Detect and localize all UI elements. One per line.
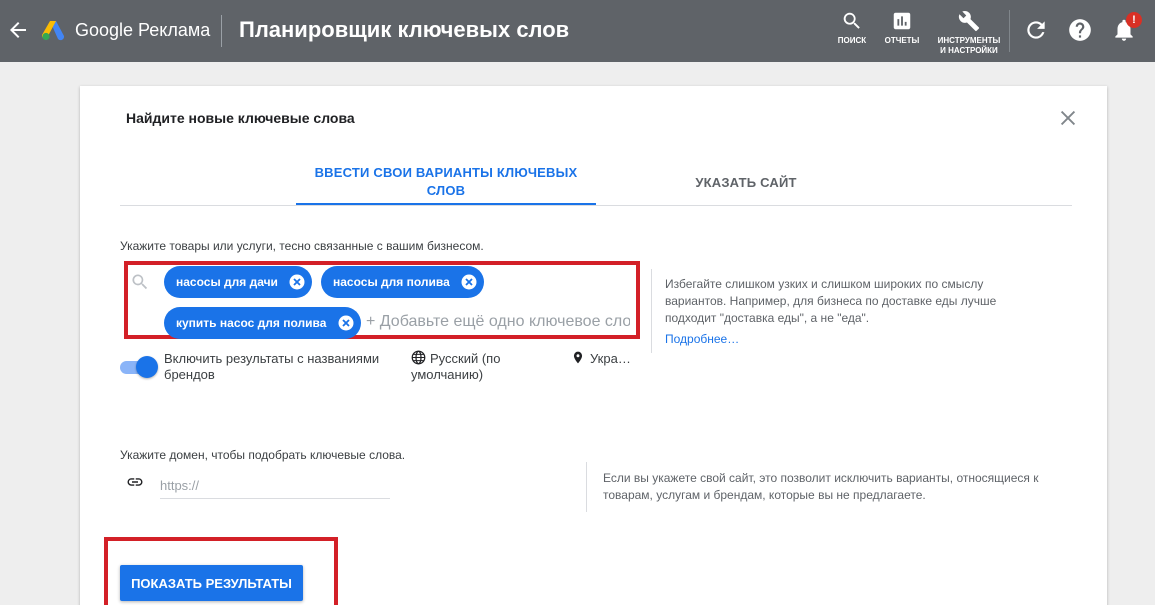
card-title: Найдите новые ключевые слова	[126, 110, 355, 126]
keywords-prompt: Укажите товары или услуги, тесно связанн…	[120, 239, 484, 253]
location-selector[interactable]: Укра…	[590, 351, 632, 366]
page-title: Планировщик ключевых слов	[239, 17, 570, 42]
help-icon[interactable]	[1067, 17, 1093, 43]
tabs-divider	[120, 205, 1072, 206]
notification-badge[interactable]: !	[1126, 12, 1142, 28]
section-divider	[586, 462, 587, 512]
tools-label-line1: ИНСТРУМЕНТЫ	[937, 36, 1001, 45]
brand-toggle-label: Включить результаты с названиями брендов	[164, 351, 380, 382]
close-icon[interactable]	[1057, 107, 1079, 129]
reports-tool-button[interactable]: ОТЧЕТЫ	[880, 10, 924, 46]
refresh-icon[interactable]	[1023, 17, 1049, 43]
domain-prompt: Укажите домен, чтобы подобрать ключевые …	[120, 448, 406, 462]
keyword-chip[interactable]: насосы для полива	[321, 266, 484, 298]
language-selector[interactable]: Русский (по умолчанию)	[411, 351, 521, 383]
top-app-bar: Google Реклама Планировщик ключевых слов…	[0, 0, 1155, 62]
google-ads-logo-icon	[41, 21, 65, 41]
add-keyword-input[interactable]: + Добавьте ещё одно ключевое слово	[366, 313, 630, 331]
wrench-icon	[958, 11, 980, 32]
keyword-chip-label: насосы для полива	[333, 275, 450, 289]
keyword-chip-label: купить насос для полива	[176, 316, 327, 330]
tools-label-line2: И НАСТРОЙКИ	[940, 46, 998, 55]
keyword-discovery-card: Найдите новые ключевые слова ВВЕСТИ СВОИ…	[80, 86, 1107, 605]
domain-tip: Если вы укажете свой сайт, это позволит …	[603, 471, 1039, 502]
keyword-chip-label: насосы для дачи	[176, 275, 278, 289]
remove-chip-icon[interactable]	[461, 274, 477, 290]
link-icon	[127, 478, 143, 486]
brand-results-toggle[interactable]	[120, 356, 158, 378]
search-tool-button[interactable]: ПОИСК	[833, 10, 871, 46]
remove-chip-icon[interactable]	[338, 315, 354, 331]
location-pin-icon	[573, 351, 583, 364]
header-divider	[221, 15, 222, 47]
search-icon	[843, 12, 860, 29]
arrow-back-icon[interactable]	[6, 18, 30, 42]
tab-enter-keywords[interactable]: ВВЕСТИ СВОИ ВАРИАНТЫ КЛЮЧЕВЫХ СЛОВ	[296, 164, 596, 200]
brand-name[interactable]: Google Реклама	[75, 20, 210, 41]
reports-tool-label: ОТЧЕТЫ	[884, 36, 920, 45]
show-results-button[interactable]: ПОКАЗАТЬ РЕЗУЛЬТАТЫ	[120, 565, 303, 601]
toggle-knob	[136, 356, 158, 378]
keywords-tip: Избегайте слишком узких и слишком широки…	[665, 277, 997, 325]
bar-chart-icon	[893, 12, 911, 30]
header-divider-right	[1009, 10, 1010, 52]
remove-chip-icon[interactable]	[289, 274, 305, 290]
tools-settings-button[interactable]: ИНСТРУМЕНТЫ И НАСТРОЙКИ	[934, 10, 1004, 56]
keyword-chip[interactable]: насосы для дачи	[164, 266, 312, 298]
search-tool-label: ПОИСК	[837, 36, 867, 45]
search-icon	[132, 274, 148, 290]
keyword-chip[interactable]: купить насос для полива	[164, 307, 361, 339]
learn-more-link[interactable]: Подробнее…	[665, 332, 739, 346]
tab-specify-site[interactable]: УКАЗАТЬ САЙТ	[660, 175, 832, 190]
section-divider	[651, 269, 652, 353]
domain-url-input[interactable]	[160, 473, 390, 499]
